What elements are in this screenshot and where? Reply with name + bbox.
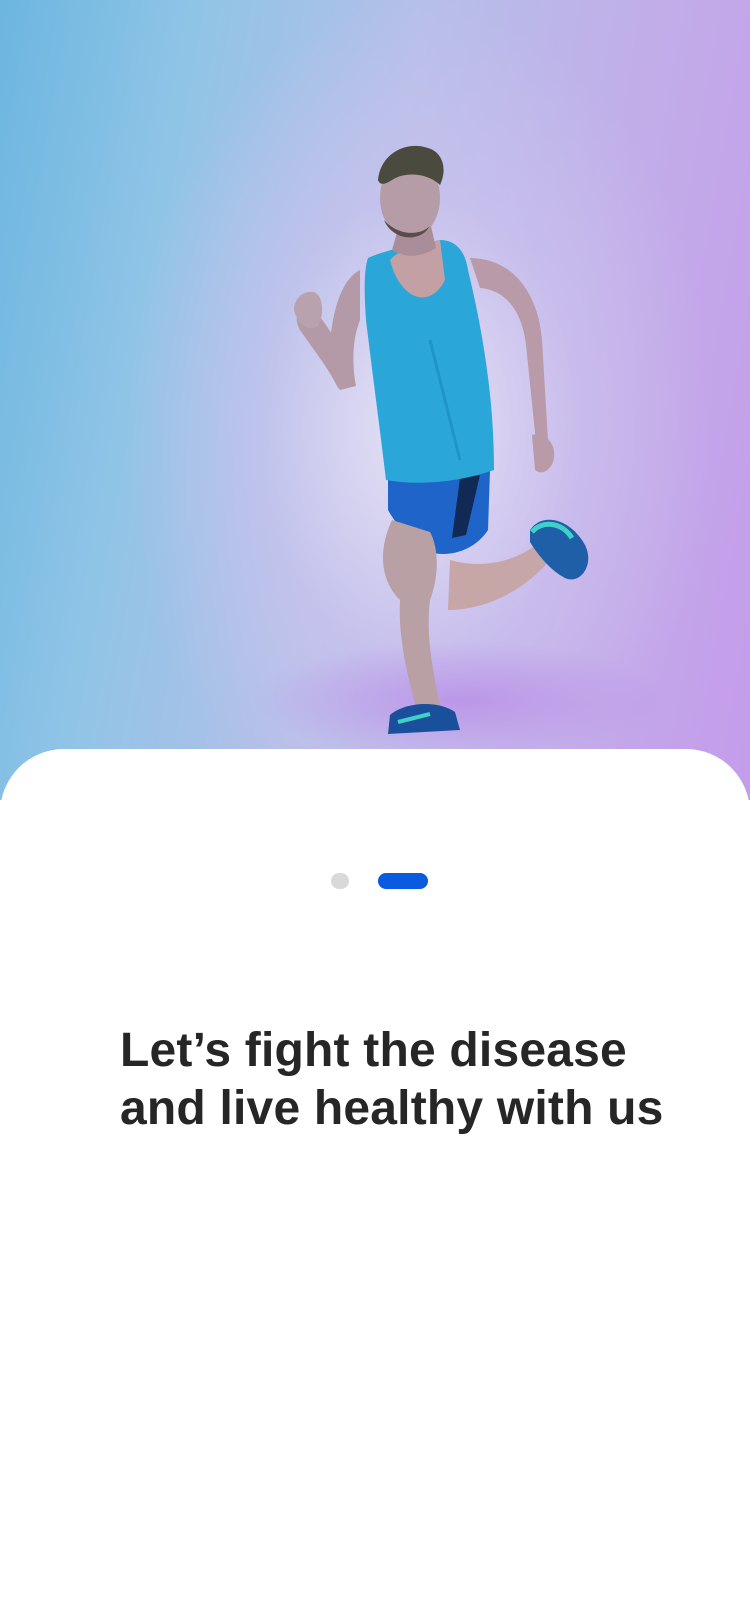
page-dot-2-active[interactable]: [378, 873, 428, 889]
runner-illustration: [294, 145, 589, 734]
headline-line-1: Let’s fight the disease: [120, 1024, 627, 1077]
page-indicator: [0, 873, 750, 889]
hero-image: [0, 0, 750, 800]
onboarding-screen: Let’s fight the disease and live healthy…: [0, 0, 750, 1624]
headline: Let’s fight the disease and live healthy…: [120, 1022, 720, 1138]
page-dot-1[interactable]: [331, 873, 349, 889]
headline-line-2: and live healthy with us: [120, 1082, 664, 1135]
